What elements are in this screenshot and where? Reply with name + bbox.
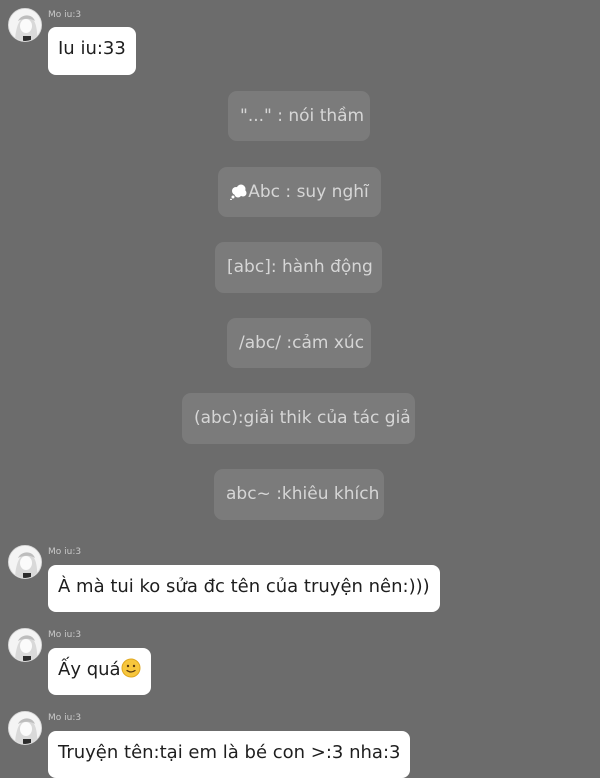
narration-text: Abc : suy nghĩ [248, 182, 369, 202]
message-text: À mà tui ko sửa đc tên của truyện nên:))… [58, 576, 430, 597]
narration-provoke: abc~ :khiêu khích [214, 469, 384, 520]
sender-name: Mo iu:3 [48, 630, 82, 640]
message-bubble[interactable]: Iu iu:33 [48, 27, 136, 75]
narration-action: [abc]: hành động [215, 242, 382, 293]
avatar[interactable] [8, 711, 42, 745]
thought-bubble-icon [230, 184, 248, 206]
narration-text: (abc):giải thik của tác giả [194, 408, 411, 428]
avatar[interactable] [8, 8, 42, 42]
narration-text: [abc]: hành động [227, 257, 373, 277]
narration-author-note: (abc):giải thik của tác giả [182, 393, 415, 444]
message-text: Truyện tên:tại em là bé con >:3 nha:3 [58, 742, 401, 763]
sender-name: Mo iu:3 [48, 713, 82, 723]
narration-text: "..." : nói thầm [240, 106, 365, 126]
message-bubble[interactable]: Ấy quá [48, 648, 151, 695]
narration-thought: Abc : suy nghĩ [218, 167, 381, 217]
message-text: Iu iu:33 [58, 38, 126, 59]
narration-text: abc~ :khiêu khích [226, 484, 380, 504]
message-bubble[interactable]: À mà tui ko sửa đc tên của truyện nên:))… [48, 565, 440, 612]
narration-emotion: /abc/ :cảm xúc [227, 318, 371, 368]
sender-name: Mo iu:3 [48, 10, 82, 20]
message-bubble[interactable]: Truyện tên:tại em là bé con >:3 nha:3 [48, 731, 411, 778]
narration-text: /abc/ :cảm xúc [239, 333, 365, 353]
message-text: Ấy quá [58, 659, 121, 680]
avatar[interactable] [8, 628, 42, 662]
sender-name: Mo iu:3 [48, 547, 82, 557]
slightly-smiling-face-icon [121, 658, 141, 685]
avatar[interactable] [8, 545, 42, 579]
narration-whisper: "..." : nói thầm [228, 91, 370, 141]
